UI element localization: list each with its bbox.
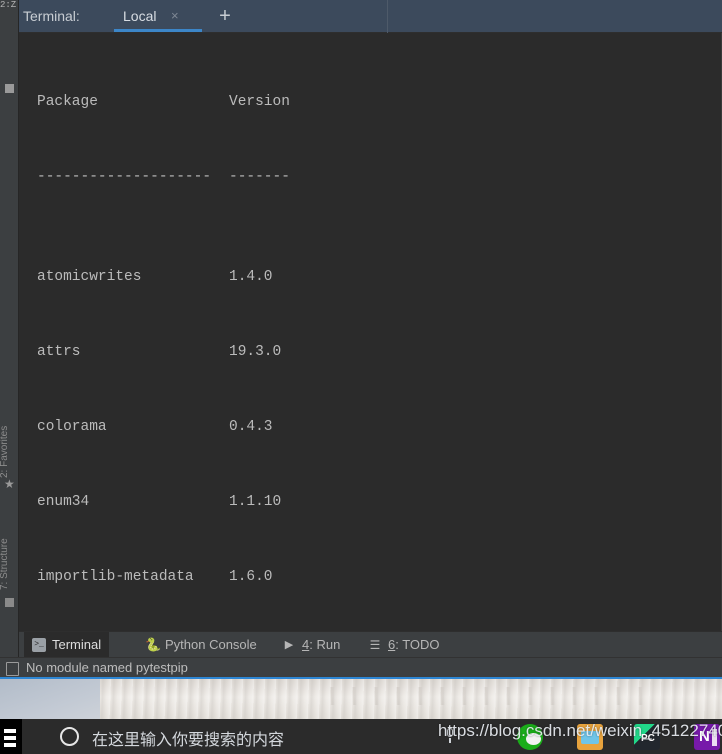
cortana-circle-icon[interactable] xyxy=(60,727,79,746)
terminal-text: Package Version -------------------- -----… xyxy=(37,40,374,631)
package-version: 1.1.10 xyxy=(229,494,282,510)
tool-button-todo-label: 6: TODO xyxy=(388,637,440,652)
terminal-output-panel[interactable]: Package Version -------------------- -----… xyxy=(19,33,722,631)
table-row: enum34 1.1.10 xyxy=(37,490,374,515)
status-bar: No module named pytestpip xyxy=(0,657,722,677)
run-play-icon: ▶ xyxy=(284,638,294,651)
tool-button-terminal[interactable]: >_ Terminal xyxy=(24,632,110,657)
tabbar-divider xyxy=(387,0,388,33)
tool-button-run[interactable]: ▶ 4: Run xyxy=(274,632,348,657)
package-version: 1.4.0 xyxy=(229,269,273,285)
project-tool-icon[interactable] xyxy=(5,84,14,93)
structure-tool-icon[interactable] xyxy=(5,598,14,607)
package-name: atomicwrites xyxy=(37,269,142,285)
sidebar-item-favorites[interactable]: 2: Favorites xyxy=(0,388,18,478)
todo-list-icon: ☰ xyxy=(369,637,381,652)
column-header-version: Version xyxy=(229,94,290,110)
separator-package: -------------------- xyxy=(37,169,212,185)
package-name: importlib-metadata xyxy=(37,569,194,585)
table-row: colorama 0.4.3 xyxy=(37,415,374,440)
pycharm-window: 2:Z 2: Favorites ★ 7: Structure Terminal… xyxy=(0,0,722,679)
taskbar-search-input[interactable]: 在这里输入你要搜索的内容 xyxy=(92,726,284,750)
tool-button-todo[interactable]: ☰ 6: TODO xyxy=(360,632,448,657)
package-name: attrs xyxy=(37,344,81,360)
package-name: enum34 xyxy=(37,494,90,510)
start-bar-1 xyxy=(4,729,16,733)
separator-version: ------- xyxy=(229,169,290,185)
terminal-header-row: Package Version xyxy=(37,90,374,115)
close-icon[interactable]: × xyxy=(171,9,179,22)
tool-window-bar: >_ Terminal 🐍 Python Console ▶ 4: Run ☰ … xyxy=(19,631,722,657)
strip-top-glyph: 2:Z xyxy=(0,0,17,10)
watermark-text: https://blog.csdn.net/weixin_45122740 xyxy=(438,721,722,740)
tool-button-python-console[interactable]: 🐍 Python Console xyxy=(137,632,265,657)
package-version: 0.4.3 xyxy=(229,419,273,435)
package-name: colorama xyxy=(37,419,107,435)
wallpaper-fabric-detail xyxy=(330,687,660,705)
windows-start-icon[interactable] xyxy=(0,719,22,754)
package-version: 1.6.0 xyxy=(229,569,273,585)
table-row: atomicwrites 1.4.0 xyxy=(37,265,374,290)
terminal-icon: >_ xyxy=(32,637,46,652)
run-rest: : Run xyxy=(309,637,341,652)
start-bar-2 xyxy=(4,736,16,740)
python-icon: 🐍 xyxy=(145,636,162,652)
package-version: 19.3.0 xyxy=(229,344,282,360)
todo-rest: : TODO xyxy=(395,637,440,652)
left-tool-strip: 2:Z 2: Favorites ★ 7: Structure xyxy=(0,0,19,679)
sidebar-item-structure[interactable]: 7: Structure xyxy=(0,500,18,590)
start-bar-3 xyxy=(4,743,16,747)
tool-button-python-console-label: Python Console xyxy=(165,637,257,652)
tool-button-run-label: 4: Run xyxy=(302,637,340,652)
column-header-package: Package xyxy=(37,94,98,110)
table-row: importlib-metadata 1.6.0 xyxy=(37,565,374,590)
status-message: No module named pytestpip xyxy=(26,660,188,675)
tool-button-terminal-label: Terminal xyxy=(52,637,102,652)
notification-icon[interactable] xyxy=(6,662,19,676)
add-terminal-icon[interactable]: + xyxy=(215,6,235,26)
table-row: attrs 19.3.0 xyxy=(37,340,374,365)
star-icon: ★ xyxy=(4,477,15,491)
terminal-title-label: Terminal: xyxy=(23,8,80,24)
tab-local-label: Local xyxy=(123,8,157,24)
terminal-separator-row: -------------------- ------- xyxy=(37,165,374,190)
tab-active-underline xyxy=(114,29,202,32)
desktop-wallpaper xyxy=(0,679,722,719)
terminal-tab-bar: Terminal: Local × + xyxy=(19,0,722,33)
